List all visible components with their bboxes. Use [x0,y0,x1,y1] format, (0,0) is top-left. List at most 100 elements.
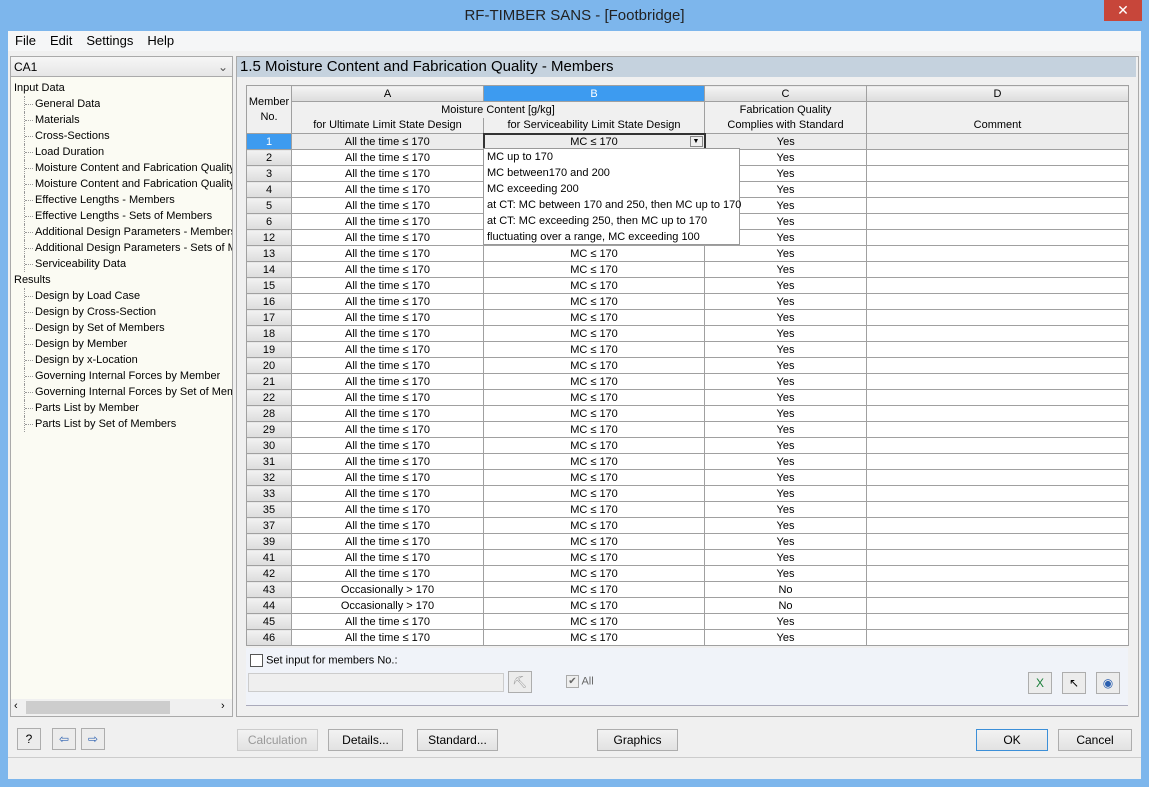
comment-cell[interactable] [866,293,1129,310]
sls-moisture-cell[interactable]: MC ≤ 170 [483,469,705,486]
tree-item[interactable]: Cross-Sections [24,128,110,144]
details-button[interactable]: Details... [328,729,403,751]
comment-cell[interactable] [866,597,1129,614]
dropdown-option[interactable]: MC exceeding 200 [484,181,739,197]
sls-moisture-cell[interactable]: MC ≤ 170 [483,389,705,406]
comment-cell[interactable] [866,341,1129,358]
tree-item[interactable]: Moisture Content and Fabrication Quality [24,176,232,192]
comment-cell[interactable] [866,629,1129,646]
uls-moisture-cell[interactable]: All the time ≤ 170 [291,229,484,246]
comment-cell[interactable] [866,405,1129,422]
uls-moisture-cell[interactable]: All the time ≤ 170 [291,453,484,470]
sls-moisture-cell[interactable]: MC ≤ 170 [483,293,705,310]
tree-item[interactable]: Governing Internal Forces by Member [24,368,220,384]
member-no-cell[interactable]: 12 [246,229,292,246]
sls-moisture-cell[interactable]: MC ≤ 170 [483,357,705,374]
excel-export-icon[interactable]: X [1028,672,1052,694]
cancel-button[interactable]: Cancel [1058,729,1132,751]
comment-cell[interactable] [866,581,1129,598]
pick-cursor-icon[interactable]: ↖ [1062,672,1086,694]
fabrication-quality-cell[interactable]: Yes [704,309,867,326]
uls-moisture-cell[interactable]: All the time ≤ 170 [291,629,484,646]
uls-moisture-cell[interactable]: All the time ≤ 170 [291,245,484,262]
fabrication-quality-cell[interactable]: Yes [704,421,867,438]
member-no-cell[interactable]: 35 [246,501,292,518]
uls-moisture-cell[interactable]: All the time ≤ 170 [291,613,484,630]
tree-item[interactable]: Design by Cross-Section [24,304,156,320]
comment-cell[interactable] [866,501,1129,518]
scroll-thumb[interactable] [26,701,170,714]
uls-moisture-cell[interactable]: All the time ≤ 170 [291,341,484,358]
uls-moisture-cell[interactable]: All the time ≤ 170 [291,485,484,502]
fabrication-quality-cell[interactable]: Yes [704,613,867,630]
fabrication-quality-cell[interactable]: Yes [704,501,867,518]
members-input[interactable] [248,673,504,692]
tree-item[interactable]: Design by Set of Members [24,320,165,336]
uls-moisture-cell[interactable]: All the time ≤ 170 [291,149,484,166]
tree-item[interactable]: Parts List by Member [24,400,139,416]
comment-cell[interactable] [866,261,1129,278]
fabrication-quality-cell[interactable]: Yes [704,373,867,390]
fabrication-quality-cell[interactable]: Yes [704,341,867,358]
member-no-cell[interactable]: 45 [246,613,292,630]
fabrication-quality-cell[interactable]: Yes [704,469,867,486]
next-icon[interactable]: ⇨ [81,728,105,750]
fabrication-quality-cell[interactable]: Yes [704,405,867,422]
tree-item[interactable]: Design by Member [24,336,127,352]
member-no-cell[interactable]: 20 [246,357,292,374]
comment-cell[interactable] [866,229,1129,246]
member-no-cell[interactable]: 15 [246,277,292,294]
load-case-select[interactable]: CA1 ⌄ [10,56,233,77]
sls-moisture-cell[interactable]: MC ≤ 170 [483,245,705,262]
fabrication-quality-cell[interactable]: Yes [704,325,867,342]
uls-moisture-cell[interactable]: All the time ≤ 170 [291,277,484,294]
uls-moisture-cell[interactable]: All the time ≤ 170 [291,565,484,582]
member-no-cell[interactable]: 5 [246,197,292,214]
member-no-cell[interactable]: 19 [246,341,292,358]
fabrication-quality-cell[interactable]: Yes [704,453,867,470]
comment-cell[interactable] [866,453,1129,470]
comment-cell[interactable] [866,165,1129,182]
sls-moisture-cell[interactable]: MC ≤ 170 [483,453,705,470]
dropdown-arrow-icon[interactable]: ▼ [689,135,703,147]
sls-moisture-cell[interactable]: MC ≤ 170 [483,517,705,534]
navigator-scrollbar[interactable]: ‹ › [11,699,232,716]
sls-moisture-cell[interactable]: MC ≤ 170 [483,341,705,358]
comment-cell[interactable] [866,181,1129,198]
sls-moisture-cell[interactable]: MC ≤ 170 [483,629,705,646]
sls-moisture-cell[interactable]: MC ≤ 170 [483,501,705,518]
sls-moisture-cell[interactable]: MC ≤ 170 [483,309,705,326]
comment-cell[interactable] [866,469,1129,486]
member-no-cell[interactable]: 39 [246,533,292,550]
uls-moisture-cell[interactable]: All the time ≤ 170 [291,261,484,278]
scroll-left-icon[interactable]: ‹ [14,700,18,712]
member-no-cell[interactable]: 28 [246,405,292,422]
sls-moisture-cell[interactable]: MC ≤ 170 [483,421,705,438]
col-b-letter[interactable]: B [483,85,705,102]
fabrication-quality-cell[interactable]: Yes [704,485,867,502]
member-no-cell[interactable]: 43 [246,581,292,598]
set-input-checkbox[interactable] [250,654,263,667]
member-no-cell[interactable]: 13 [246,245,292,262]
close-button[interactable]: ✕ [1104,0,1142,21]
uls-moisture-cell[interactable]: All the time ≤ 170 [291,309,484,326]
uls-moisture-cell[interactable]: All the time ≤ 170 [291,357,484,374]
fabrication-quality-cell[interactable]: Yes [704,277,867,294]
tree-item[interactable]: Moisture Content and Fabrication Quality [24,160,232,176]
fabrication-quality-cell[interactable]: Yes [704,437,867,454]
menu-help[interactable]: Help [140,31,181,51]
calculation-button[interactable]: Calculation [237,729,318,751]
comment-cell[interactable] [866,149,1129,166]
dropdown-option[interactable]: MC between170 and 200 [484,165,739,181]
uls-moisture-cell[interactable]: All the time ≤ 170 [291,469,484,486]
sls-moisture-cell[interactable]: MC ≤ 170 [483,485,705,502]
comment-cell[interactable] [866,389,1129,406]
sls-moisture-cell[interactable]: MC ≤ 170 [483,277,705,294]
comment-cell[interactable] [866,309,1129,326]
comment-cell[interactable] [866,437,1129,454]
uls-moisture-cell[interactable]: All the time ≤ 170 [291,421,484,438]
comment-cell[interactable] [866,277,1129,294]
comment-cell[interactable] [866,565,1129,582]
uls-moisture-cell[interactable]: All the time ≤ 170 [291,325,484,342]
all-checkbox[interactable]: ✔ [566,675,579,688]
